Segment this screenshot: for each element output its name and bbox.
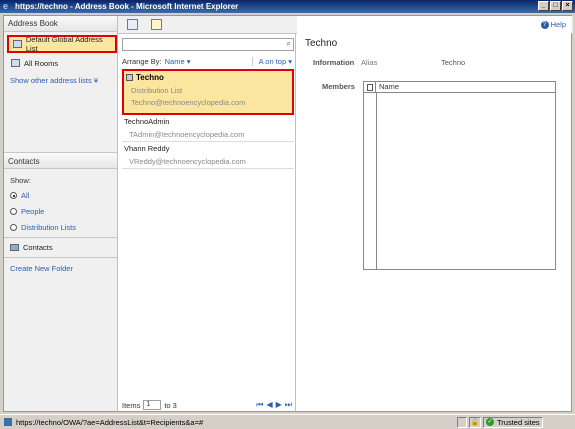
items-label: Items [122, 400, 141, 410]
check-icon: ✓ [486, 418, 494, 426]
status-url-text: https://techno/OWA/?ae=AddressList&t=Rec… [16, 417, 204, 427]
radio-icon [10, 208, 17, 215]
members-header-row: Name [364, 82, 555, 93]
filter-distribution-lists[interactable]: Distribution Lists [10, 223, 76, 232]
default-global-address-list[interactable]: Default Global Address List [7, 35, 117, 53]
results-pane: ⌕ Arrange By: Name ▾ A on top ▾ Techno D… [118, 34, 296, 411]
radio-icon [10, 224, 17, 231]
prev-page-icon[interactable]: ◀ [266, 400, 272, 410]
maximize-button[interactable]: □ [550, 1, 561, 11]
status-bar: https://techno/OWA/?ae=AddressList&t=Rec… [0, 414, 575, 429]
sort-order-label: A on top [258, 56, 287, 66]
search-input[interactable]: ⌕ [122, 38, 294, 51]
record-techno[interactable]: Techno Distribution List Techno@technoen… [122, 69, 294, 115]
record-email: Techno@technoencyclopedia.com [131, 98, 246, 107]
security-zone-label: Trusted sites [497, 417, 540, 427]
status-cell [457, 416, 467, 428]
record-name: Techno [136, 73, 164, 82]
show-other-address-lists[interactable]: Show other address lists ¥ [10, 76, 98, 85]
last-page-icon[interactable]: ⏭ [285, 400, 292, 410]
filter-label: All [21, 191, 30, 200]
contacts-header: Contacts [4, 152, 117, 169]
filter-all[interactable]: All [10, 191, 29, 200]
window-title: https://techno - Address Book - Microsof… [15, 2, 239, 11]
divider [4, 257, 117, 258]
first-page-icon[interactable]: ⏮ [256, 400, 263, 410]
alias-label: Alias [361, 58, 378, 67]
show-label: Show: [10, 176, 31, 185]
address-list-label: Default Global Address List [25, 35, 103, 53]
record-name: TechnoAdmin [124, 117, 170, 126]
record-name-row: Techno [126, 73, 164, 82]
help-icon: ? [540, 20, 549, 29]
arrange-by-label: Arrange By: [122, 56, 162, 66]
help-label: Help [550, 20, 566, 29]
details-pane: ? Help Techno Information Alias Techno M… [297, 16, 571, 411]
chevron-down-icon: ¥ [93, 76, 98, 85]
address-book-icon[interactable] [127, 19, 138, 30]
record-type: Distribution List [131, 86, 183, 95]
address-list-label: All Rooms [24, 58, 59, 68]
ie-icon: e [3, 1, 9, 11]
filter-people[interactable]: People [10, 207, 44, 216]
status-url: https://techno/OWA/?ae=AddressList&t=Rec… [0, 418, 455, 427]
new-message-icon[interactable] [151, 19, 162, 30]
contacts-icon [10, 244, 19, 251]
help-link[interactable]: ? Help [540, 20, 566, 29]
alias-value: Techno [441, 58, 466, 67]
details-title: Techno [305, 38, 338, 49]
record-technoadmin[interactable]: TechnoAdmin TAdmin@technoencyclopedia.co… [122, 116, 294, 142]
name-column-header[interactable]: Name [376, 82, 399, 92]
title-bar: e https://techno - Address Book - Micros… [0, 0, 575, 13]
page-icon [4, 418, 12, 426]
next-page-icon[interactable]: ▶ [276, 400, 282, 410]
pager: ⏮ ◀ ▶ ⏭ [256, 400, 292, 410]
information-label: Information [313, 58, 355, 67]
distribution-list-icon [126, 74, 133, 81]
record-vhann-reddy[interactable]: Vhann Reddy VReddy@technoencyclopedia.co… [122, 143, 294, 169]
address-book-header: Address Book [4, 16, 117, 32]
show-other-label: Show other address lists [10, 76, 92, 85]
left-pane: Address Book Default Global Address List… [4, 16, 118, 411]
members-table: Name [363, 81, 556, 270]
all-rooms-list[interactable]: All Rooms [7, 54, 58, 72]
close-button[interactable]: × [562, 1, 573, 11]
contacts-folder[interactable]: Contacts [10, 243, 53, 252]
record-name: Vhann Reddy [124, 144, 170, 153]
items-bar: Items 1 to 3 ⏮ ◀ ▶ ⏭ [118, 399, 296, 411]
record-email: VReddy@technoencyclopedia.com [129, 157, 246, 166]
record-email: TAdmin@technoencyclopedia.com [129, 130, 245, 139]
address-list-icon [13, 40, 22, 48]
create-new-folder-link[interactable]: Create New Folder [10, 264, 73, 273]
members-label: Members [322, 82, 355, 91]
column-divider [376, 93, 377, 269]
contacts-folder-label: Contacts [23, 243, 53, 252]
filter-label: People [21, 207, 45, 216]
arrange-value: Name [164, 56, 185, 66]
arrange-bar: Arrange By: Name ▾ A on top ▾ [122, 55, 294, 67]
divider [4, 237, 117, 238]
browser-window: Address Book Default Global Address List… [0, 13, 575, 414]
address-book-app: Address Book Default Global Address List… [3, 15, 573, 412]
address-list-icon [11, 59, 20, 67]
search-icon[interactable]: ⌕ [287, 39, 291, 49]
arrange-by-dropdown[interactable]: Name ▾ [165, 57, 191, 66]
filter-label: Distribution Lists [21, 223, 77, 232]
document-icon [366, 83, 373, 91]
minimize-button[interactable]: _ [538, 1, 549, 11]
security-zone[interactable]: ✓ Trusted sites [483, 416, 543, 428]
radio-icon [10, 192, 17, 199]
items-total: to 3 [164, 400, 177, 410]
sort-order-toggle[interactable]: A on top ▾ [251, 56, 292, 66]
items-page-input[interactable]: 1 [143, 400, 162, 410]
type-column-header[interactable] [364, 82, 376, 92]
lock-icon: 🔒 [469, 416, 481, 428]
